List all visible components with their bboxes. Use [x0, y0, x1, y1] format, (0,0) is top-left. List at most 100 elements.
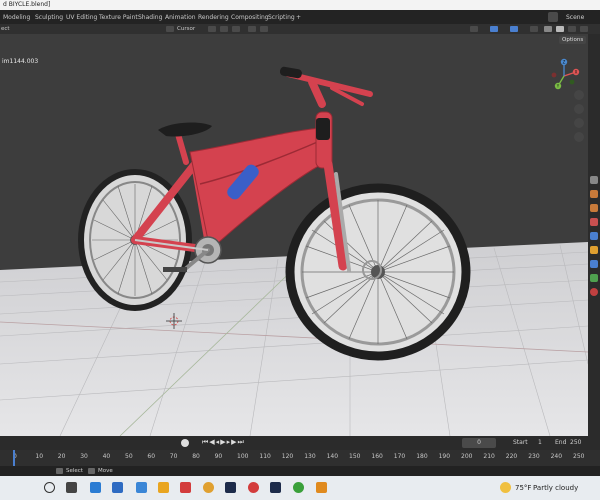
ruler-tick-label: 200: [461, 453, 473, 460]
ruler-tick-label: 150: [349, 453, 361, 460]
os-taskbar: 75°F Partly cloudy: [0, 476, 600, 500]
edge-browser-icon[interactable]: [90, 482, 101, 493]
falloff-icon[interactable]: [260, 26, 268, 32]
photoshop-icon[interactable]: [225, 482, 236, 493]
tab-sculpting[interactable]: Sculpting: [35, 13, 63, 23]
ruler-tick-label: 250: [573, 453, 585, 460]
snap-target-icon[interactable]: [220, 26, 228, 32]
shading-wireframe-icon[interactable]: [544, 26, 552, 32]
object-properties-icon[interactable]: [590, 246, 598, 254]
properties-tab-strip: [588, 34, 600, 436]
modifier-properties-icon[interactable]: [590, 260, 598, 268]
tab-rendering[interactable]: Rendering: [198, 13, 229, 23]
workspace-tab-bar: Modeling Sculpting UV Editing Texture Pa…: [0, 10, 600, 24]
gizmo-toggle-icon[interactable]: [490, 26, 498, 32]
add-workspace-button[interactable]: +: [296, 13, 301, 23]
mouse-middle-icon: [88, 468, 95, 474]
window-title-bar: d BIYCLE.blend]: [0, 0, 600, 10]
snap-settings-icon[interactable]: [232, 26, 240, 32]
viewport-canvas[interactable]: [0, 34, 588, 436]
output-properties-icon[interactable]: [590, 204, 598, 212]
zoom-icon[interactable]: [574, 90, 584, 100]
xray-icon[interactable]: [530, 26, 538, 32]
pan-hand-icon[interactable]: [574, 104, 584, 114]
3d-viewport[interactable]: im1144.003 Options X Z Y: [0, 34, 588, 436]
current-frame-field[interactable]: 0: [462, 438, 496, 448]
weather-description[interactable]: Partly cloudy: [533, 482, 578, 494]
gizmo-z-label: Z: [563, 60, 566, 65]
ruler-tick-label: 80: [192, 453, 200, 460]
ruler-tick-label: 60: [147, 453, 156, 460]
pivot-dropdown[interactable]: Cursor: [177, 24, 195, 34]
ruler-tick-label: 240: [550, 453, 563, 460]
blender-icon[interactable]: [316, 482, 327, 493]
search-circle-icon[interactable]: [44, 482, 55, 493]
ruler-tick-label: 210: [483, 453, 495, 460]
weather-icon[interactable]: [500, 482, 511, 493]
end-frame-label: End: [555, 439, 567, 446]
ruler-tick-label: 50: [125, 453, 133, 460]
mail-icon[interactable]: [136, 482, 147, 493]
tab-uv-editing[interactable]: UV Editing: [66, 13, 97, 23]
ruler-tick-label: 230: [528, 453, 540, 460]
ruler-tick-label: 190: [438, 453, 451, 460]
ruler-tick-label: 20: [57, 453, 66, 460]
ruler-tick-label: 120: [281, 453, 294, 460]
ruler-tick-label: 110: [259, 453, 271, 460]
file-explorer-icon[interactable]: [158, 482, 169, 493]
mesh-data-icon[interactable]: [590, 274, 598, 282]
ruler-tick-label: 100: [237, 453, 249, 460]
ruler-tick-label: 90: [214, 453, 223, 460]
shading-solid-icon[interactable]: [556, 26, 564, 32]
playhead[interactable]: [13, 450, 15, 466]
scene-properties-icon[interactable]: [590, 218, 598, 226]
camera-view-icon[interactable]: [574, 118, 584, 128]
proportional-edit-icon[interactable]: [248, 26, 256, 32]
gizmo-x-label: X: [575, 70, 578, 75]
visibility-icon[interactable]: [470, 26, 478, 32]
store-icon[interactable]: [112, 482, 123, 493]
scene-selector-icon[interactable]: [548, 12, 558, 22]
start-frame-value[interactable]: 1: [538, 438, 542, 448]
snap-icon[interactable]: [208, 26, 216, 32]
scene-name[interactable]: Scene: [566, 13, 584, 23]
perspective-toggle-icon[interactable]: [574, 132, 584, 142]
app-icon[interactable]: [180, 482, 191, 493]
overlay-toggle-icon[interactable]: [510, 26, 518, 32]
photoshop-icon-2[interactable]: [270, 482, 281, 493]
status-move-label: Move: [98, 468, 113, 474]
world-properties-icon[interactable]: [590, 232, 598, 240]
ruler-tick-label: 30: [80, 453, 88, 460]
ruler-tick-label: 170: [393, 453, 406, 460]
shading-material-icon[interactable]: [568, 26, 576, 32]
material-properties-icon[interactable]: [590, 288, 598, 296]
tab-animation[interactable]: Animation: [165, 13, 196, 23]
options-dropdown[interactable]: Options: [559, 36, 587, 44]
front-wheel: [285, 183, 471, 361]
gizmo-y-label: Y: [556, 84, 560, 89]
tab-scripting[interactable]: Scripting: [268, 13, 295, 23]
pivot-icon[interactable]: [166, 26, 174, 32]
tab-texture-paint[interactable]: Texture Paint: [99, 13, 138, 23]
tool-properties-icon[interactable]: [590, 176, 598, 184]
playback-controls[interactable]: ⏮◀◂▶▸▶⏭: [202, 438, 245, 447]
chrome-profile-icon[interactable]: [293, 482, 304, 493]
tab-compositing[interactable]: Compositing: [231, 13, 269, 23]
timeline-ruler[interactable]: 0102030405060708090100110120130140150160…: [0, 450, 600, 466]
ruler-tick-label: 10: [35, 453, 44, 460]
record-icon[interactable]: [181, 439, 189, 447]
tab-modeling[interactable]: Modeling: [3, 13, 30, 23]
task-view-icon[interactable]: [66, 482, 77, 493]
end-frame-value[interactable]: 250: [570, 438, 581, 448]
navigation-gizmo[interactable]: X Z Y: [546, 58, 582, 94]
headset: [316, 118, 330, 140]
media-app-icon[interactable]: [248, 482, 259, 493]
shading-rendered-icon[interactable]: [580, 26, 588, 32]
start-frame-label: Start: [513, 439, 528, 446]
select-mode-label[interactable]: ect: [1, 24, 10, 34]
tab-shading[interactable]: Shading: [138, 13, 162, 23]
pedal: [163, 267, 187, 272]
chrome-icon[interactable]: [203, 482, 214, 493]
weather-temperature[interactable]: 75°F: [515, 482, 531, 494]
render-properties-icon[interactable]: [590, 190, 598, 198]
